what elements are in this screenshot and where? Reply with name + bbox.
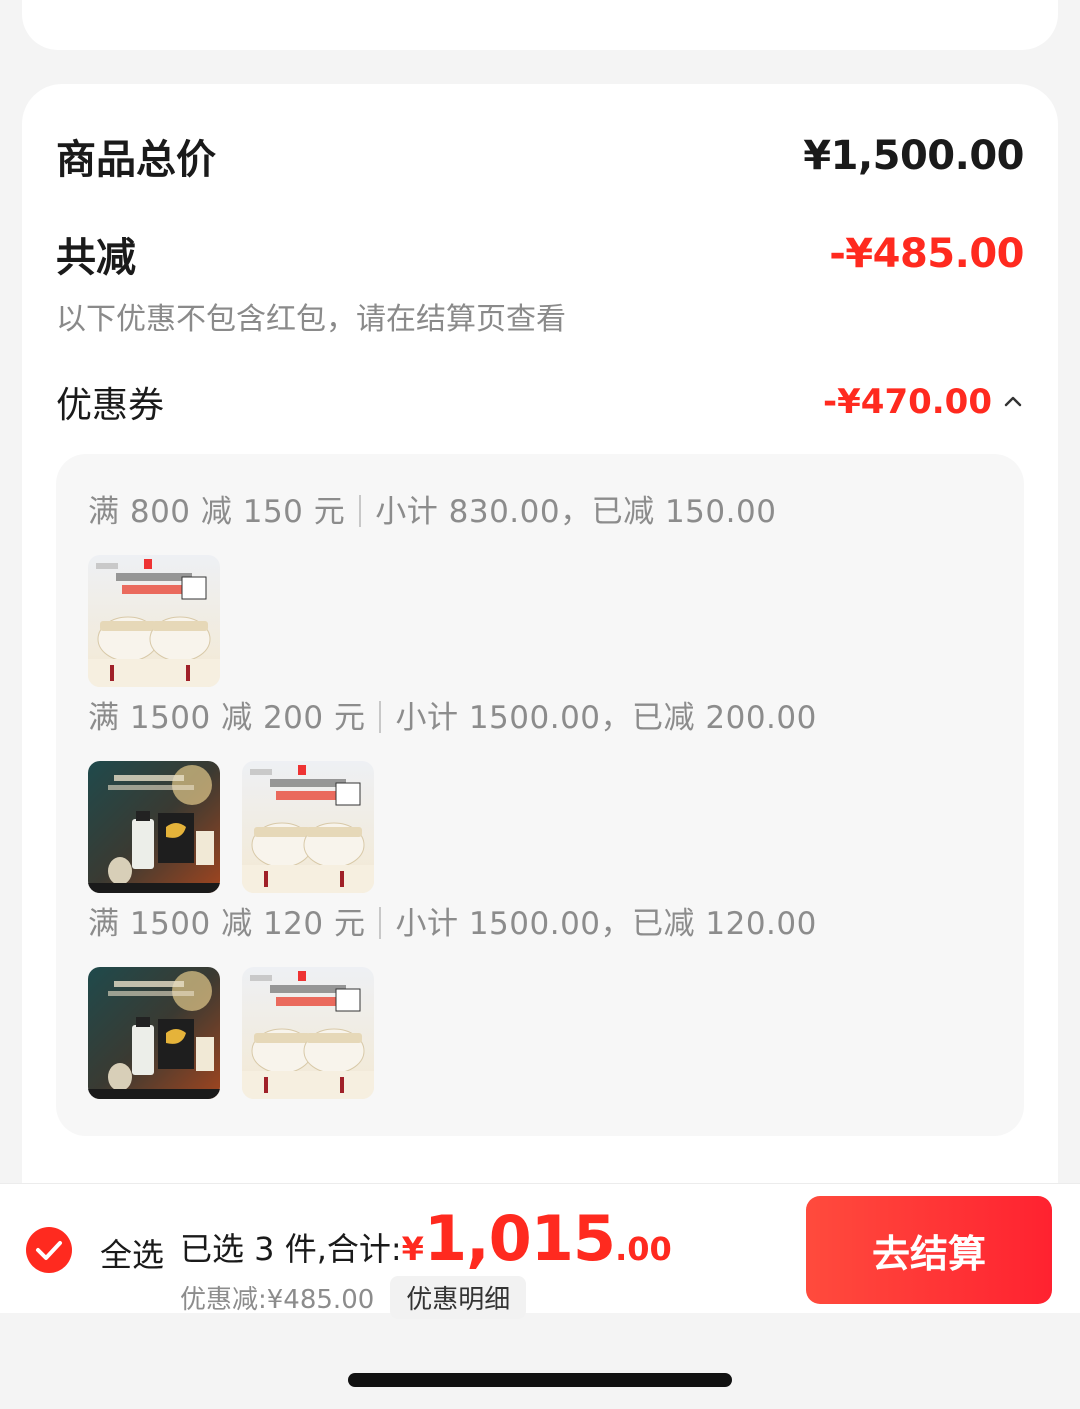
product-thumbnails [88,761,817,893]
total-reduce-row: 共减 -¥485.00 [56,226,1024,282]
selected-count-text: 已选 3 件,合计: [180,1230,402,1268]
product-thumbnail-perfume-set[interactable] [88,967,220,1099]
coupon-subtotal: 小计 1500.00，已减 200.00 [395,700,817,736]
previous-card [22,0,1058,50]
select-all-label[interactable]: 全选 [100,1230,164,1276]
coupon-group: 满 1500 减 200 元小计 1500.00，已减 200.00 [88,692,817,893]
discount-detail-button[interactable]: 优惠明细 [390,1276,527,1319]
divider [379,701,382,733]
total-price-value: ¥1,500.00 [803,133,1024,179]
divider [379,907,382,939]
select-all-checkbox[interactable] [26,1227,72,1273]
chevron-up-icon[interactable] [1002,391,1024,413]
cream-set-image [242,761,374,893]
perfume-set-image [88,761,220,893]
cream-set-image [88,555,220,687]
coupon-subtotal: 小计 830.00，已减 150.00 [375,494,777,530]
coupon-label: 优惠券 [56,385,165,426]
coupon-value: -¥470.00 [823,382,992,422]
coupon-group-line: 满 1500 减 200 元小计 1500.00，已减 200.00 [88,692,817,737]
coupon-rule: 满 1500 减 200 元 [88,700,366,736]
coupon-subtotal: 小计 1500.00，已减 120.00 [395,906,817,942]
discount-line: 优惠减:¥485.00 优惠明细 [180,1276,527,1319]
coupon-detail-box: 满 800 减 150 元小计 830.00，已减 150.00 满 1500 … [56,454,1024,1136]
checkout-bar: 全选 已选 3 件,合计: ¥ 1,015 .00 优惠减:¥485.00 优惠… [0,1183,1080,1319]
divider [359,495,362,527]
coupon-group-line: 满 1500 减 120 元小计 1500.00，已减 120.00 [88,898,817,943]
coupon-rule: 满 1500 减 120 元 [88,906,366,942]
price-summary-card: 商品总价 ¥1,500.00 共减 -¥485.00 以下优惠不包含红包，请在结… [22,84,1058,1244]
discount-note: 以下优惠不包含红包，请在结算页查看 [56,302,566,337]
total-reduce-value: -¥485.00 [829,231,1024,277]
cream-set-image [242,967,374,1099]
product-thumbnail-cream-set[interactable] [88,555,220,687]
coupon-rule: 满 800 减 150 元 [88,494,346,530]
coupon-group: 满 800 减 150 元小计 830.00，已减 150.00 [88,486,776,687]
total-amount-decimal: .00 [615,1230,672,1268]
total-reduce-label: 共减 [56,235,136,281]
home-indicator[interactable] [348,1373,732,1387]
coupon-group: 满 1500 减 120 元小计 1500.00，已减 120.00 [88,898,817,1099]
check-icon [36,1241,62,1260]
selected-total: 已选 3 件,合计: ¥ 1,015 .00 [180,1202,672,1275]
product-thumbnail-cream-set[interactable] [242,967,374,1099]
coupon-row[interactable]: 优惠券 -¥470.00 [56,374,1024,430]
checkout-button[interactable]: 去结算 [806,1196,1052,1304]
product-thumbnails [88,555,776,687]
total-price-label: 商品总价 [56,137,216,183]
product-thumbnail-cream-set[interactable] [242,761,374,893]
coupon-group-line: 满 800 减 150 元小计 830.00，已减 150.00 [88,486,776,531]
product-thumbnail-perfume-set[interactable] [88,761,220,893]
currency-symbol: ¥ [401,1230,424,1268]
perfume-set-image [88,967,220,1099]
discount-amount: 优惠减:¥485.00 [180,1285,375,1315]
total-price-row: 商品总价 ¥1,500.00 [56,128,1024,184]
total-amount-integer: 1,015 [423,1202,616,1275]
product-thumbnails [88,967,817,1099]
